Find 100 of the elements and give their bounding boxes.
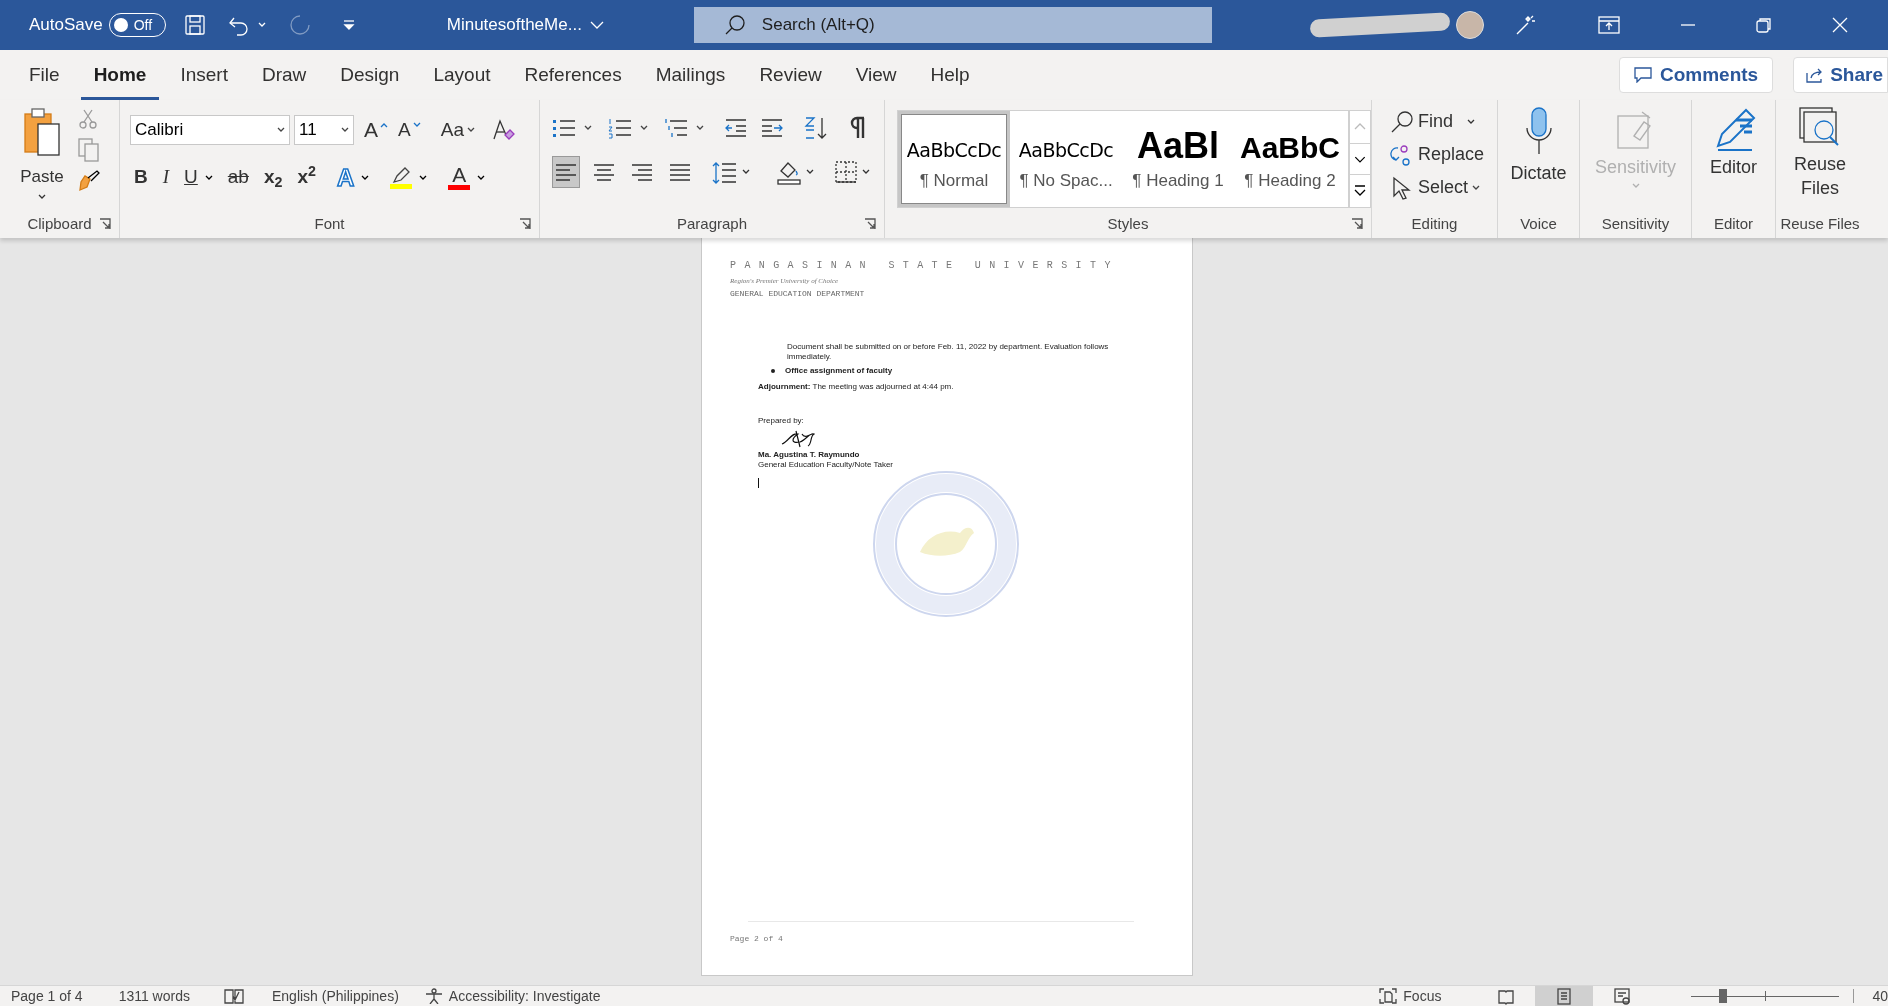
caret-icon bbox=[1631, 183, 1640, 189]
style-item[interactable]: AaBbC ¶ Heading 2 bbox=[1234, 111, 1346, 207]
menu-tab[interactable]: Insert bbox=[167, 50, 241, 100]
menu-tab[interactable]: Help bbox=[917, 50, 983, 100]
caret-up-icon bbox=[380, 121, 388, 128]
numbering-icon[interactable] bbox=[608, 117, 632, 139]
menu-tab[interactable]: Draw bbox=[248, 50, 320, 100]
paste-button[interactable]: Paste bbox=[16, 106, 68, 200]
accessibility-button[interactable]: Accessibility: Investigate bbox=[424, 988, 601, 1004]
dialog-launcher-icon[interactable] bbox=[519, 218, 531, 230]
word-count[interactable]: 1311 words bbox=[118, 988, 190, 1004]
comments-button[interactable]: Comments bbox=[1619, 57, 1774, 93]
format-button[interactable]: ab bbox=[227, 163, 249, 192]
avatar[interactable] bbox=[1455, 11, 1484, 39]
shrink-font-button[interactable]: A bbox=[398, 115, 411, 144]
line-spacing-icon[interactable] bbox=[712, 160, 738, 184]
caret-icon bbox=[584, 125, 592, 131]
select-button[interactable]: Select bbox=[1390, 174, 1497, 201]
group-label: Editing bbox=[1411, 213, 1458, 234]
menu-tab[interactable]: Mailings bbox=[642, 50, 739, 100]
menu-tab[interactable]: References bbox=[511, 50, 635, 100]
format-button[interactable]: I bbox=[162, 163, 170, 192]
zoom-slider[interactable] bbox=[1691, 988, 1840, 1004]
font-color-button[interactable]: A bbox=[452, 165, 467, 185]
format-button[interactable]: x$^{2}$ bbox=[297, 163, 316, 192]
caret-icon bbox=[341, 126, 349, 133]
caret-icon bbox=[277, 126, 285, 133]
focus-icon bbox=[1379, 988, 1398, 1004]
caret-icon bbox=[640, 125, 648, 131]
restore-icon[interactable] bbox=[1755, 17, 1772, 33]
find-button[interactable]: Find bbox=[1390, 108, 1497, 135]
zoom-percentage[interactable]: 40 bbox=[1872, 988, 1888, 1004]
search-input[interactable]: Search (Alt+Q) bbox=[761, 12, 1062, 38]
share-button[interactable]: Share bbox=[1793, 57, 1888, 93]
ribbon-display-icon[interactable] bbox=[1597, 15, 1620, 35]
replace-button[interactable]: Replace bbox=[1390, 141, 1497, 168]
change-case-button[interactable]: Aa bbox=[440, 115, 475, 144]
style-item[interactable]: AaBbCcDc ¶ Normal bbox=[898, 111, 1010, 207]
accessibility-icon bbox=[424, 988, 443, 1004]
page-footer: Page 2 of 4 bbox=[730, 933, 783, 945]
format-button[interactable]: x$_{2}$ bbox=[263, 163, 283, 192]
align-left-button[interactable] bbox=[552, 156, 580, 188]
clipboard-icon bbox=[22, 106, 62, 158]
caret-icon bbox=[257, 22, 266, 28]
caret-icon bbox=[806, 169, 814, 175]
editor-button[interactable]: Editor bbox=[1692, 100, 1775, 181]
borders-icon[interactable] bbox=[834, 160, 858, 184]
format-painter-icon[interactable] bbox=[78, 170, 100, 192]
close-icon[interactable] bbox=[1831, 17, 1848, 33]
bullets-icon[interactable] bbox=[552, 118, 576, 138]
share-icon bbox=[1806, 67, 1825, 83]
dialog-launcher-icon[interactable] bbox=[864, 218, 876, 230]
font-size-field[interactable]: 11 bbox=[294, 114, 354, 145]
clear-formatting-icon[interactable] bbox=[490, 117, 515, 142]
font-color-bar bbox=[448, 185, 471, 190]
highlight-color-bar bbox=[390, 184, 413, 189]
style-item[interactable]: AaBbCcDc ¶ No Spac... bbox=[1010, 111, 1122, 207]
proofing-icon[interactable] bbox=[223, 988, 244, 1004]
customize-icon[interactable] bbox=[341, 19, 356, 31]
signer-name: Ma. Agustina T. Raymundo bbox=[758, 449, 861, 460]
caret-icon bbox=[38, 193, 46, 200]
print-view-icon bbox=[1555, 987, 1574, 1005]
pointer-icon bbox=[1390, 175, 1414, 200]
increase-indent-icon[interactable] bbox=[760, 118, 784, 138]
zoom-slider-thumb[interactable] bbox=[1719, 989, 1728, 1003]
dialog-launcher-icon[interactable] bbox=[1351, 218, 1363, 230]
caret-icon bbox=[696, 125, 704, 131]
font-name-field[interactable]: Calibri bbox=[130, 114, 290, 145]
menu-tab[interactable]: File bbox=[16, 50, 73, 100]
search-field[interactable]: Search (Alt+Q) bbox=[693, 7, 1212, 43]
body-paragraph: Document shall be submitted on or before Feb. 11, 2022 by department. Evaluation follows immediately. bbox=[786, 341, 1110, 362]
menu-tab[interactable]: Review bbox=[746, 50, 835, 100]
menu-tab[interactable]: View bbox=[842, 50, 910, 100]
page-count[interactable]: Page 1 of 4 bbox=[11, 988, 83, 1004]
caret-icon bbox=[477, 174, 486, 181]
caret-icon bbox=[361, 174, 370, 181]
signer-title: General Education Faculty/Note Taker bbox=[758, 459, 895, 470]
dialog-launcher-icon[interactable] bbox=[99, 218, 111, 230]
dictate-button[interactable]: Dictate bbox=[1498, 100, 1579, 187]
decrease-indent-icon[interactable] bbox=[724, 118, 748, 138]
web-view-icon bbox=[1613, 987, 1632, 1005]
scissors-icon[interactable] bbox=[78, 108, 98, 130]
caret-down-icon bbox=[412, 121, 421, 128]
save-icon[interactable] bbox=[183, 14, 206, 36]
format-button[interactable]: B bbox=[134, 163, 148, 192]
menu-tab[interactable]: Layout bbox=[420, 50, 504, 100]
multilevel-list-icon[interactable] bbox=[664, 117, 688, 139]
sort-icon[interactable] bbox=[804, 116, 828, 140]
grow-font-button[interactable]: A bbox=[364, 114, 378, 146]
group-label: Font bbox=[314, 213, 345, 234]
group-label: Voice bbox=[1520, 213, 1557, 234]
style-item[interactable]: AaBl ¶ Heading 1 bbox=[1122, 111, 1234, 207]
document-title[interactable]: MinutesoftheMe... bbox=[446, 12, 604, 38]
format-button[interactable]: U bbox=[184, 163, 198, 192]
print-view-button[interactable] bbox=[1535, 986, 1594, 1006]
menu-tab[interactable]: Design bbox=[327, 50, 413, 100]
focus-button[interactable]: Focus bbox=[1379, 988, 1442, 1004]
reuse-files-button[interactable]: Reuse Files bbox=[1776, 100, 1864, 200]
group-label: Reuse Files bbox=[1780, 213, 1860, 234]
language-indicator[interactable]: English (Philippines) bbox=[271, 988, 399, 1004]
